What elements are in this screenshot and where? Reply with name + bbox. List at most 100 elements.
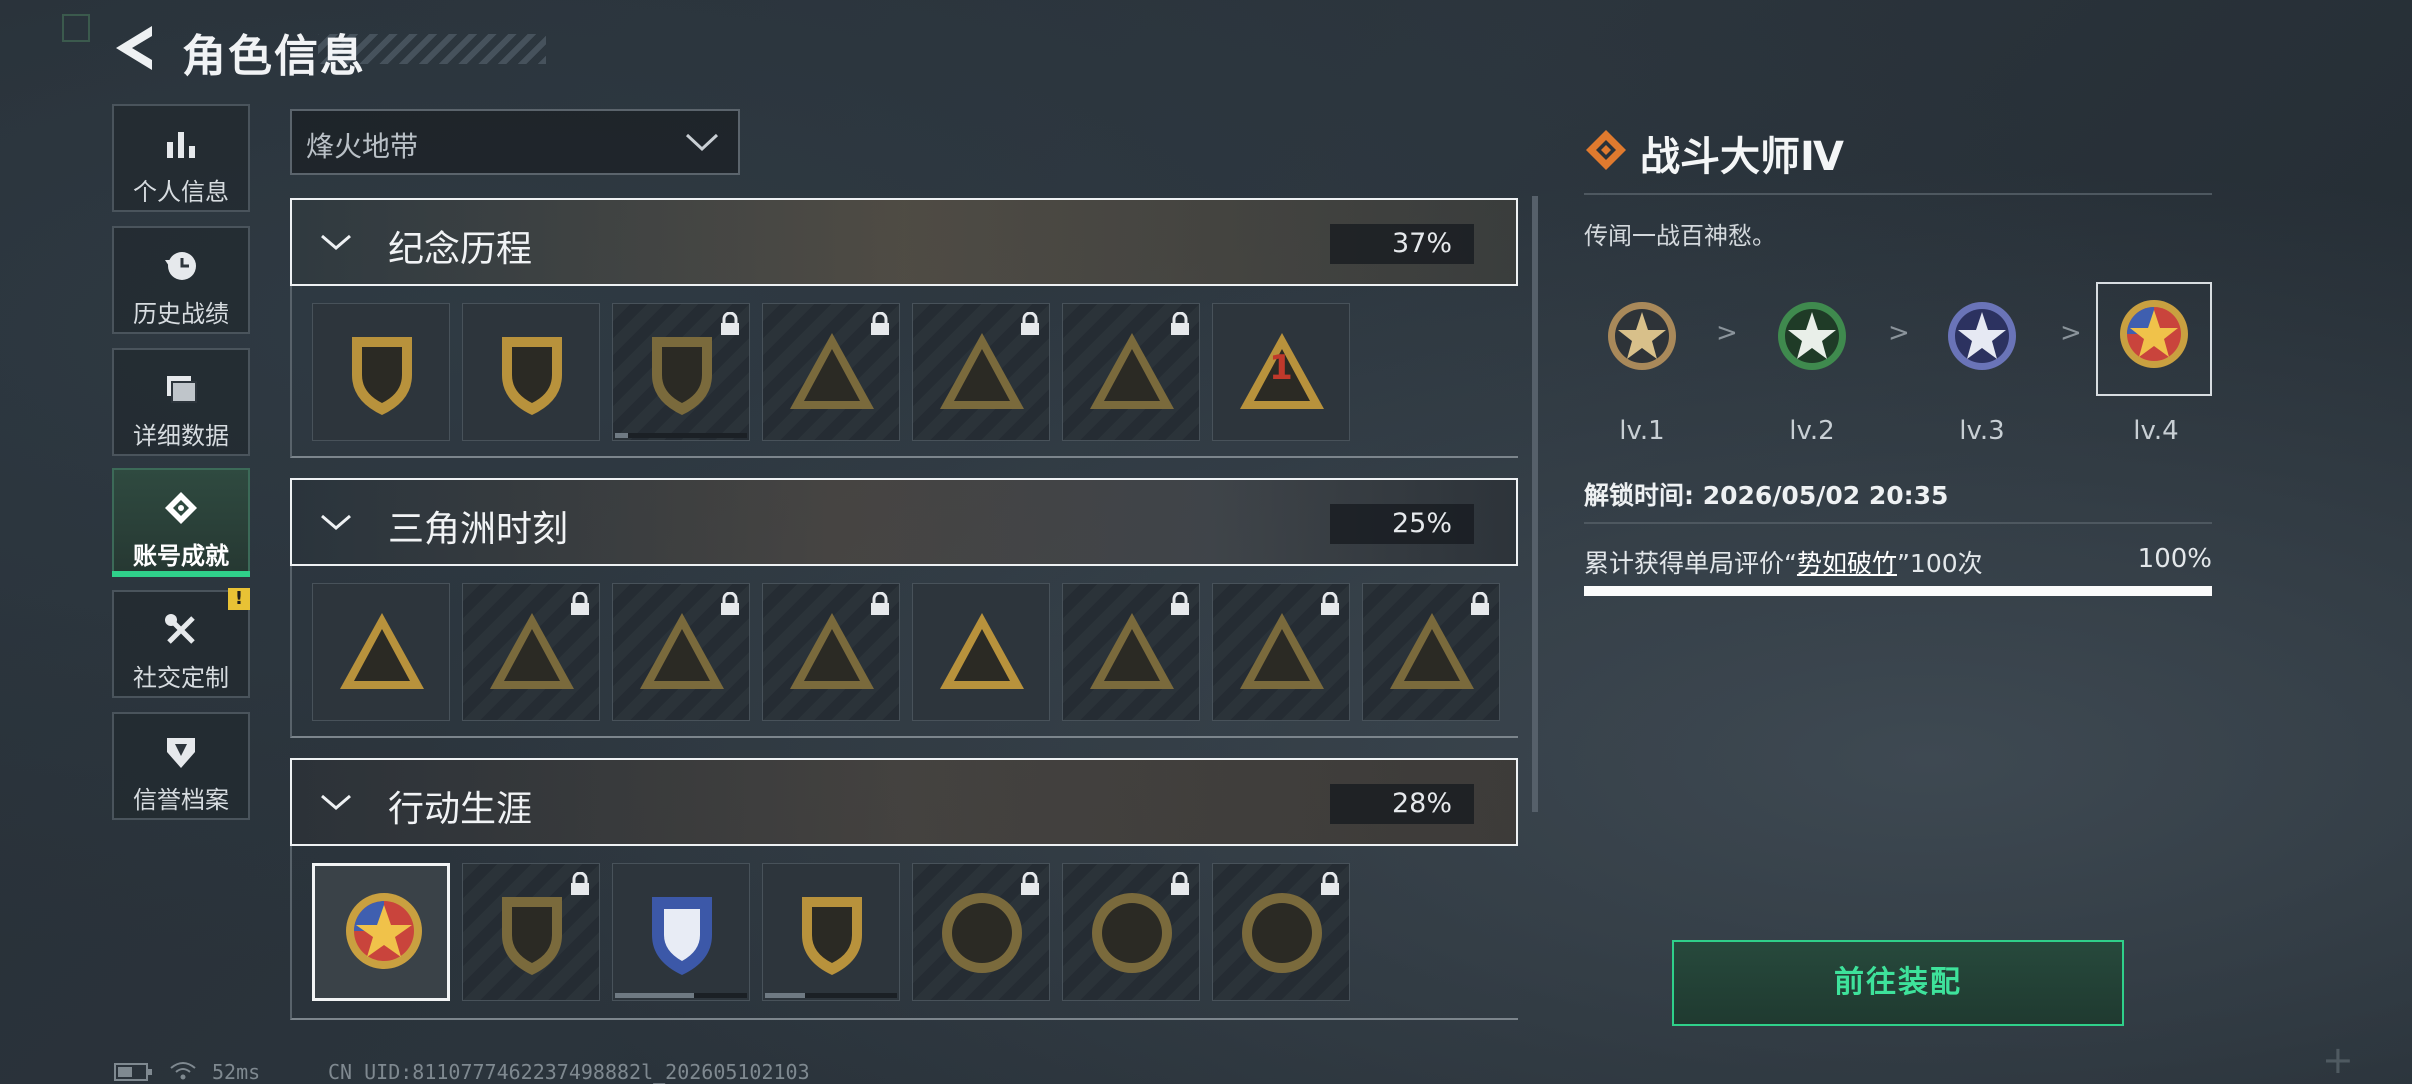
blue-shield-emblem-icon <box>652 897 712 975</box>
lock-icon <box>1171 872 1189 895</box>
achievement-badge-tile[interactable] <box>912 583 1050 721</box>
lock-icon <box>1021 872 1039 895</box>
badge-progress-bar <box>615 993 747 998</box>
crossed-swords-emblem-icon <box>1090 333 1174 409</box>
lock-icon <box>1021 312 1039 335</box>
level-medal-1 <box>1592 290 1692 390</box>
runner-emblem-icon <box>640 613 724 689</box>
star-medal-icon <box>1608 302 1676 370</box>
corner-frame-icon <box>62 14 90 42</box>
level-item-4[interactable]: lv.4 <box>2096 282 2216 450</box>
notification-badge: ! <box>228 588 250 610</box>
star-medal-icon <box>1778 302 1846 370</box>
achievement-badge-tile[interactable] <box>762 303 900 441</box>
sidebar-item-label: 个人信息 <box>133 178 229 206</box>
achievement-badge-tile[interactable] <box>762 583 900 721</box>
category-name: 纪念历程 <box>388 229 533 270</box>
sidebar-item-label: 详细数据 <box>133 422 229 450</box>
shield-emblem-icon <box>652 337 712 415</box>
go-equip-button[interactable]: 前往装配 <box>1672 940 2124 1026</box>
achievement-badge-tile[interactable] <box>1362 583 1500 721</box>
achievement-icon <box>165 492 197 524</box>
achievement-badge-tile[interactable] <box>312 583 450 721</box>
gem-emblem-icon <box>790 613 874 689</box>
sidebar-item-label: 社交定制 <box>133 664 229 692</box>
back-button[interactable] <box>112 22 158 74</box>
sidebar-item-personal-info[interactable]: 个人信息 <box>112 104 250 212</box>
category-header-delta-moments[interactable]: 三角洲时刻 25% <box>290 478 1518 566</box>
achievement-badge-tile[interactable] <box>462 583 600 721</box>
drive-emblem-icon <box>340 613 424 689</box>
achievement-badge-tile[interactable] <box>612 583 750 721</box>
achievement-badge-tile[interactable]: 1 <box>1212 303 1350 441</box>
achievement-badge-tile[interactable] <box>912 863 1050 1001</box>
requirement-text: 累计获得单局评价“势如破竹”100次 <box>1584 544 1983 580</box>
battery-icon <box>114 1063 152 1081</box>
chevron-down-icon <box>685 133 719 152</box>
achievement-diamond-icon <box>1586 130 1626 170</box>
achievement-badge-tile[interactable] <box>462 303 600 441</box>
unlock-time-row: 解锁时间: 2026/05/02 20:35 <box>1584 476 1948 512</box>
sidebar-item-history[interactable]: 历史战绩 <box>112 226 250 334</box>
sidebar-item-detailed-data[interactable]: 详细数据 <box>112 348 250 456</box>
category-percent: 37% <box>1330 224 1474 264</box>
category-header-memorial[interactable]: 纪念历程 37% <box>290 198 1518 286</box>
bird-emblem-icon <box>1240 613 1324 689</box>
sidebar-item-credit-record[interactable]: 信誉档案 <box>112 712 250 820</box>
ring-emblem-icon <box>942 893 1022 973</box>
list-scrollbar[interactable] <box>1532 196 1538 812</box>
level-label: lv.1 <box>1619 416 1665 446</box>
ping-value: 52ms <box>212 1060 261 1084</box>
achievement-badge-tile[interactable] <box>612 303 750 441</box>
achievement-badge-tile[interactable] <box>1062 583 1200 721</box>
lock-icon <box>1171 312 1189 335</box>
achievement-badge-tile[interactable] <box>1062 303 1200 441</box>
credit-shield-icon <box>167 738 195 768</box>
sidebar-item-label: 历史战绩 <box>133 300 229 328</box>
requirement-progress-bar <box>1584 586 2212 596</box>
category-percent: 25% <box>1330 504 1474 544</box>
sidebar-item-achievements[interactable]: 账号成就 <box>112 468 250 576</box>
sidebar-item-label: 信誉档案 <box>133 786 229 814</box>
achievement-badge-tile[interactable] <box>612 863 750 1001</box>
gem-shield-emblem-icon <box>802 897 862 975</box>
triangle-emblem-icon <box>352 337 412 415</box>
category-header-operation-career[interactable]: 行动生涯 28% <box>290 758 1518 846</box>
achievement-badge-tile[interactable] <box>912 303 1050 441</box>
achievement-badge-tile[interactable] <box>1212 583 1350 721</box>
lock-icon <box>1321 592 1339 615</box>
uid-text: CN UID:8110777462237498882l_202605102103 <box>328 1060 810 1084</box>
achievement-badge-tile[interactable] <box>1062 863 1200 1001</box>
level-item-2[interactable]: lv.2 <box>1752 290 1872 450</box>
level-medal-4-current <box>2096 282 2212 396</box>
achievement-badge-tile[interactable] <box>762 863 900 1001</box>
achievement-badge-tile[interactable] <box>312 303 450 441</box>
level-label: lv.2 <box>1789 416 1835 446</box>
active-indicator <box>112 571 250 577</box>
lock-icon <box>1471 592 1489 615</box>
requirement-prefix: 累计获得单局评价“ <box>1584 549 1797 578</box>
badge-progress-bar <box>615 433 747 438</box>
level-separator: > <box>1888 318 1910 348</box>
category-percent: 28% <box>1330 784 1474 824</box>
achievement-badge-tile[interactable] <box>312 863 450 1001</box>
level-item-3[interactable]: lv.3 <box>1922 290 2042 450</box>
lock-icon <box>721 592 739 615</box>
lock-icon <box>871 312 889 335</box>
wifi-icon <box>170 1062 196 1080</box>
level-medal-2 <box>1762 290 1862 390</box>
mode-select[interactable]: 烽火地带 <box>290 109 740 175</box>
door-emblem-icon <box>490 613 574 689</box>
chevron-down-icon <box>321 794 351 810</box>
level-item-1[interactable]: lv.1 <box>1582 290 1702 450</box>
achievement-badge-tile[interactable] <box>1212 863 1350 1001</box>
star-medal-icon <box>1948 302 2016 370</box>
bar-chart-icon <box>167 132 195 158</box>
lock-icon <box>571 592 589 615</box>
achievement-badge-tile[interactable] <box>462 863 600 1001</box>
plus-mark-icon: + <box>2322 1038 2354 1082</box>
category-name: 三角洲时刻 <box>388 509 569 550</box>
rose-emblem-icon <box>1390 613 1474 689</box>
divider <box>1584 193 2212 195</box>
star-medal-icon <box>346 893 422 969</box>
